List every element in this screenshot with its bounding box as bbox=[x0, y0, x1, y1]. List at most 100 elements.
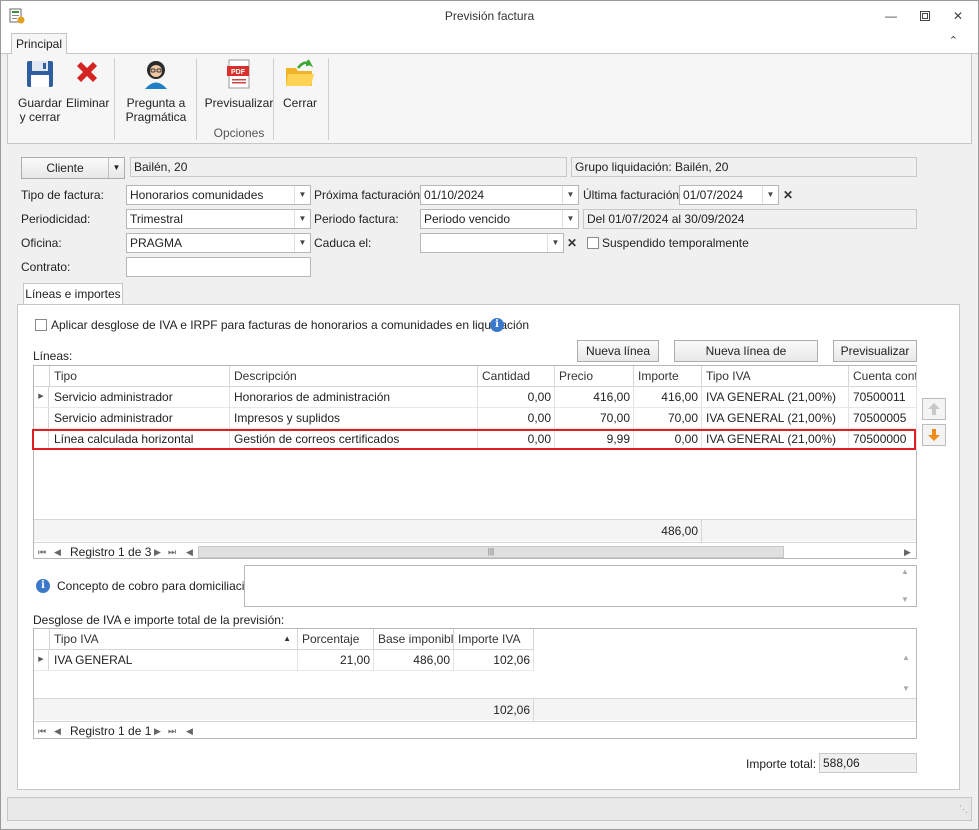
ribbon-tab-bar: Principal ⌃ bbox=[1, 31, 978, 55]
info-icon[interactable]: i bbox=[490, 318, 504, 332]
chevron-down-icon[interactable]: ▼ bbox=[762, 186, 778, 204]
oficina-label: Oficina: bbox=[21, 236, 62, 250]
aplicar-desglose-checkbox[interactable] bbox=[35, 319, 47, 331]
cell-tipo[interactable]: Servicio administrador bbox=[50, 387, 230, 408]
col-header-descripcion[interactable]: Descripción bbox=[230, 366, 478, 387]
eliminar-button[interactable]: Eliminar bbox=[66, 58, 109, 110]
arrow-down-icon bbox=[928, 429, 940, 441]
caduca-field[interactable]: ▼ bbox=[420, 233, 564, 253]
next-record-icon[interactable]: ▶ bbox=[154, 543, 161, 561]
cerrar-button[interactable]: Cerrar bbox=[276, 58, 324, 110]
concepto-textarea[interactable] bbox=[244, 565, 917, 607]
cell-tipo[interactable]: Servicio administrador bbox=[50, 408, 230, 429]
cell-importe[interactable]: 416,00 bbox=[634, 387, 702, 408]
minimize-icon[interactable]: — bbox=[880, 6, 902, 26]
col-header-importe[interactable]: Importe bbox=[634, 366, 702, 387]
cell-descripcion[interactable]: Impresos y suplidos bbox=[230, 408, 478, 429]
nueva-linea-separacion-button[interactable]: Nueva línea de separación bbox=[674, 340, 818, 378]
pregunta-button[interactable]: Pregunta a Pragmática bbox=[118, 58, 194, 124]
cell-cantidad[interactable]: 0,00 bbox=[478, 429, 555, 450]
contrato-field[interactable] bbox=[126, 257, 311, 277]
pregunta-label-1: Pregunta a bbox=[126, 96, 186, 110]
cerrar-label: Cerrar bbox=[282, 96, 317, 110]
restore-icon[interactable] bbox=[914, 6, 936, 26]
iva-scroll-down-icon[interactable]: ▼ bbox=[902, 684, 910, 693]
horizontal-scrollbar-thumb[interactable]: ||| bbox=[198, 546, 784, 558]
cell-tipo[interactable]: Línea calculada horizontal bbox=[50, 429, 230, 450]
row-indicator-icon: ▶ bbox=[34, 387, 49, 408]
scroll-right-icon[interactable]: ▶ bbox=[904, 543, 911, 561]
chevron-down-icon[interactable]: ▼ bbox=[294, 234, 310, 252]
guardar-button[interactable]: Guardar y cerrar bbox=[14, 58, 66, 124]
col-header-precio[interactable]: Precio bbox=[555, 366, 634, 387]
cell-tipo-iva[interactable]: IVA GENERAL bbox=[50, 650, 298, 671]
cell-base-imponible[interactable]: 486,00 bbox=[374, 650, 454, 671]
cell-cuenta[interactable]: 70500011 bbox=[849, 387, 917, 408]
last-record-icon[interactable]: ⏭ bbox=[168, 543, 176, 561]
cell-cuenta[interactable]: 70500000 bbox=[849, 429, 917, 450]
tipo-factura-select[interactable]: Honorarios comunidades ▼ bbox=[126, 185, 311, 205]
scroll-left-icon[interactable]: ◀ bbox=[186, 543, 193, 561]
lineas-grid: Tipo Descripción Cantidad Precio Importe… bbox=[32, 365, 917, 561]
col-header-cuenta[interactable]: Cuenta conta bbox=[849, 366, 917, 387]
cell-precio[interactable]: 416,00 bbox=[555, 387, 634, 408]
tab-principal[interactable]: Principal bbox=[11, 33, 67, 55]
col-header-tipo-iva[interactable]: Tipo IVA bbox=[702, 366, 849, 387]
previsualizar-button[interactable]: Previsualizar bbox=[833, 340, 917, 362]
scroll-left-icon[interactable]: ◀ bbox=[186, 722, 193, 740]
next-record-icon[interactable]: ▶ bbox=[154, 722, 161, 740]
concepto-info-icon[interactable]: i bbox=[36, 579, 50, 593]
suspendido-checkbox[interactable] bbox=[587, 237, 599, 249]
tab-lineas-importes[interactable]: Líneas e importes bbox=[23, 283, 123, 305]
col-header-tipo-iva[interactable]: Tipo IVA ▲ bbox=[50, 629, 298, 650]
clear-caduca-icon[interactable]: ✕ bbox=[564, 234, 580, 252]
cell-tipo-iva[interactable]: IVA GENERAL (21,00%) bbox=[702, 408, 849, 429]
cell-cantidad[interactable]: 0,00 bbox=[478, 387, 555, 408]
close-icon[interactable]: ✕ bbox=[947, 6, 969, 26]
cell-porcentaje[interactable]: 21,00 bbox=[298, 650, 374, 671]
col-header-tipo[interactable]: Tipo bbox=[50, 366, 230, 387]
cell-importe[interactable]: 70,00 bbox=[634, 408, 702, 429]
col-header-porcentaje[interactable]: Porcentaje bbox=[298, 629, 374, 650]
col-header-cantidad[interactable]: Cantidad bbox=[478, 366, 555, 387]
cliente-dropdown-icon[interactable]: ▼ bbox=[108, 158, 124, 178]
chevron-down-icon[interactable]: ▼ bbox=[294, 186, 310, 204]
nueva-linea-button[interactable]: Nueva línea bbox=[577, 340, 659, 362]
ultima-facturacion-field[interactable]: 01/07/2024 ▼ bbox=[679, 185, 779, 205]
cell-importe[interactable]: 0,00 bbox=[634, 429, 702, 450]
cell-tipo-iva[interactable]: IVA GENERAL (21,00%) bbox=[702, 387, 849, 408]
col-header-importe-iva[interactable]: Importe IVA bbox=[454, 629, 534, 650]
previsualizar-ribbon-button[interactable]: PDF Previsualizar bbox=[198, 58, 280, 110]
periodicidad-select[interactable]: Trimestral ▼ bbox=[126, 209, 311, 229]
cell-importe-iva[interactable]: 102,06 bbox=[454, 650, 534, 671]
proxima-facturacion-field[interactable]: 01/10/2024 ▼ bbox=[420, 185, 579, 205]
ribbon-collapse-icon[interactable]: ⌃ bbox=[949, 34, 958, 47]
clear-ultima-icon[interactable]: ✕ bbox=[780, 186, 796, 204]
cell-descripcion[interactable]: Honorarios de administración bbox=[230, 387, 478, 408]
concepto-scroll-up-icon[interactable]: ▲ bbox=[901, 567, 909, 576]
move-down-button[interactable] bbox=[922, 424, 946, 446]
cell-precio[interactable]: 9,99 bbox=[555, 429, 634, 450]
periodo-factura-select[interactable]: Periodo vencido ▼ bbox=[420, 209, 579, 229]
chevron-down-icon[interactable]: ▼ bbox=[294, 210, 310, 228]
prev-record-icon[interactable]: ◀ bbox=[54, 722, 61, 740]
cell-tipo-iva[interactable]: IVA GENERAL (21,00%) bbox=[702, 429, 849, 450]
first-record-icon[interactable]: ⏮ bbox=[38, 722, 46, 740]
chevron-down-icon[interactable]: ▼ bbox=[562, 210, 578, 228]
cell-descripcion[interactable]: Gestión de correos certificados bbox=[230, 429, 478, 450]
oficina-select[interactable]: PRAGMA ▼ bbox=[126, 233, 311, 253]
prev-record-icon[interactable]: ◀ bbox=[54, 543, 61, 561]
last-record-icon[interactable]: ⏭ bbox=[168, 722, 176, 740]
chevron-down-icon[interactable]: ▼ bbox=[562, 186, 578, 204]
cell-cuenta[interactable]: 70500005 bbox=[849, 408, 917, 429]
concepto-scroll-down-icon[interactable]: ▼ bbox=[901, 595, 909, 604]
cell-precio[interactable]: 70,00 bbox=[555, 408, 634, 429]
iva-scroll-up-icon[interactable]: ▲ bbox=[902, 653, 910, 662]
resize-grip-icon[interactable]: ⋱ bbox=[959, 804, 968, 815]
chevron-down-icon[interactable]: ▼ bbox=[547, 234, 563, 252]
first-record-icon[interactable]: ⏮ bbox=[38, 543, 46, 561]
cell-cantidad[interactable]: 0,00 bbox=[478, 408, 555, 429]
col-header-base-imponible[interactable]: Base imponible bbox=[374, 629, 454, 650]
cliente-button[interactable]: Cliente ▼ bbox=[21, 157, 125, 179]
move-up-button[interactable] bbox=[922, 398, 946, 420]
